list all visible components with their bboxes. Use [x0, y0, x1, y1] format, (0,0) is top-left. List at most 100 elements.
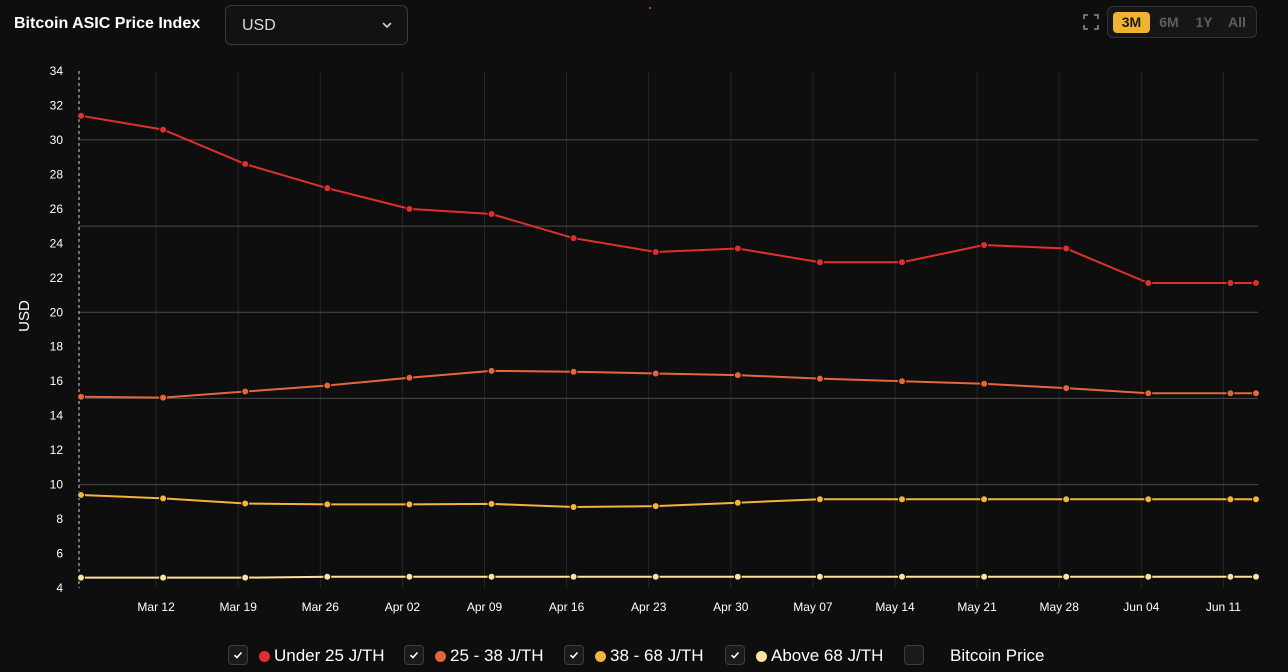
legend-color-dot — [435, 651, 446, 662]
x-tick-label: Apr 16 — [549, 600, 585, 614]
series-point — [815, 572, 824, 581]
series-point — [1252, 278, 1260, 287]
legend-color-dot — [595, 651, 606, 662]
y-tick-label: 20 — [50, 305, 64, 319]
series-point — [569, 503, 578, 512]
series-point — [1226, 572, 1235, 581]
legend-label: Bitcoin Price — [950, 646, 1045, 665]
series-point — [651, 247, 660, 256]
y-tick-label: 18 — [50, 340, 64, 354]
series-point — [651, 572, 660, 581]
series-point — [323, 381, 332, 390]
series-point — [323, 572, 332, 581]
check-icon — [569, 651, 579, 659]
series-point — [1252, 389, 1260, 398]
series-point — [323, 500, 332, 509]
series-point — [651, 502, 660, 511]
series-point — [77, 111, 85, 120]
x-tick-label: Jun 04 — [1123, 600, 1159, 614]
x-tick-label: Mar 19 — [220, 600, 258, 614]
x-tick-label: Apr 30 — [713, 600, 749, 614]
check-icon — [730, 651, 740, 659]
series-point — [733, 371, 742, 380]
legend-checkbox[interactable] — [564, 645, 584, 665]
legend-checkbox[interactable] — [404, 645, 424, 665]
x-tick-label: May 07 — [793, 600, 833, 614]
legend-label: Above 68 J/TH — [771, 646, 884, 665]
y-tick-label: 16 — [50, 374, 64, 388]
series-point — [1144, 389, 1153, 398]
check-icon — [409, 651, 419, 659]
x-tick-label: Mar 26 — [302, 600, 340, 614]
series-point — [1226, 495, 1235, 504]
y-axis-label: USD — [16, 300, 33, 332]
y-tick-label: 12 — [50, 443, 64, 457]
series-point — [980, 572, 989, 581]
legend-checkbox[interactable] — [228, 645, 248, 665]
legend-color-dot — [259, 651, 270, 662]
legend-color-dot — [756, 651, 767, 662]
series-point — [159, 494, 168, 503]
series-point — [487, 499, 496, 508]
x-tick-label: May 14 — [875, 600, 915, 614]
series-point — [980, 495, 989, 504]
y-tick-label: 26 — [50, 202, 64, 216]
series-point — [980, 379, 989, 388]
series-point — [1226, 278, 1235, 287]
series-point — [159, 125, 168, 134]
series-point — [815, 374, 824, 383]
series-point — [1062, 244, 1071, 253]
series-point — [1252, 572, 1260, 581]
series-point — [815, 258, 824, 267]
check-icon — [233, 651, 243, 659]
series-point — [1252, 495, 1260, 504]
series-point — [1144, 495, 1153, 504]
y-tick-label: 14 — [50, 409, 64, 423]
x-tick-label: Jun 11 — [1206, 600, 1241, 614]
series-line-3 — [81, 575, 1256, 579]
legend-checkbox[interactable] — [904, 645, 924, 665]
x-tick-label: Apr 09 — [467, 600, 503, 614]
y-tick-label: 6 — [56, 547, 63, 561]
y-tick-label: 34 — [50, 64, 64, 78]
series-point — [405, 204, 414, 213]
series-point — [159, 393, 168, 402]
series-point — [733, 572, 742, 581]
y-tick-label: 24 — [50, 236, 64, 250]
series-point — [241, 499, 250, 508]
series-line-0 — [80, 114, 1256, 284]
y-tick-label: 22 — [50, 271, 64, 285]
series-point — [159, 573, 168, 582]
series-point — [241, 387, 250, 396]
price-chart: 4 6 8 10 12 14 16 18 20 22 24 26 28 30 32 34 USD Mar 12 Ma… — [16, 64, 1260, 614]
series-point — [241, 160, 250, 169]
series-point — [1226, 389, 1235, 398]
series-point — [487, 572, 496, 581]
legend-checkbox[interactable] — [725, 645, 745, 665]
series-point — [651, 369, 660, 378]
series-point — [569, 234, 578, 243]
series-point — [898, 495, 906, 504]
series-point — [487, 366, 496, 375]
x-tick-label: Apr 23 — [631, 600, 667, 614]
series-point — [898, 258, 906, 267]
series-point — [733, 244, 742, 253]
series-point — [77, 490, 85, 499]
legend-label: 25 - 38 J/TH — [450, 646, 544, 665]
y-tick-label: 8 — [56, 512, 63, 526]
series-point — [1062, 572, 1071, 581]
series-line-1 — [80, 369, 1256, 399]
series-point — [241, 573, 250, 582]
series-point — [405, 572, 414, 581]
x-tick-label: Apr 02 — [385, 600, 421, 614]
series-point — [980, 241, 989, 250]
series-point — [1062, 384, 1071, 393]
series-point — [487, 210, 496, 219]
series-point — [569, 572, 578, 581]
x-tick-label: May 28 — [1040, 600, 1080, 614]
legend-label: 38 - 68 J/TH — [610, 646, 704, 665]
x-tick-label: May 21 — [957, 600, 997, 614]
series-point — [405, 500, 414, 509]
series-point — [77, 573, 85, 582]
y-tick-label: 32 — [50, 98, 64, 112]
